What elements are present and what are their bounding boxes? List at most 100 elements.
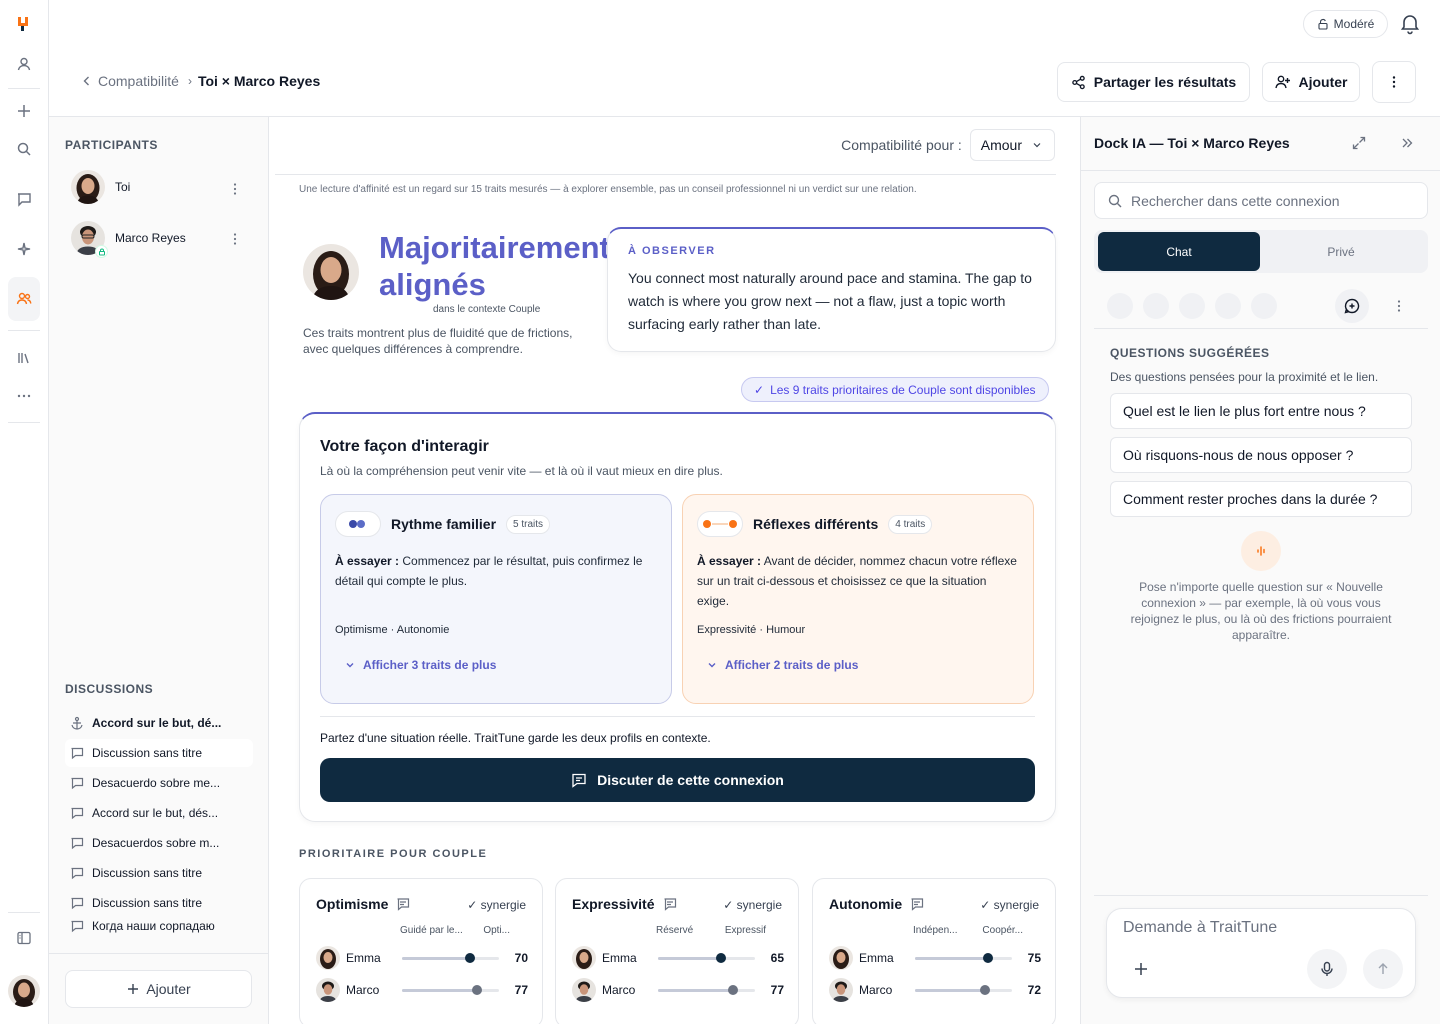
mode-badge[interactable]: Modéré — [1303, 10, 1388, 38]
history-chip[interactable] — [1143, 293, 1169, 319]
compatibility-selector: Compatibilité pour : Amour — [841, 129, 1055, 161]
score-bar — [402, 984, 499, 995]
app-logo-icon[interactable] — [8, 8, 40, 40]
avatar — [316, 946, 340, 970]
discussion-item[interactable]: Accord sur le but, dé... — [65, 709, 253, 737]
priority-trait-card[interactable]: Optimisme ✓ synergie Guidé par le... Opti… — [299, 878, 543, 1024]
discuss-connection-button[interactable]: Discuter de cette connexion — [320, 758, 1035, 802]
participant-name: Marco Reyes — [115, 231, 186, 245]
score-bar — [658, 952, 755, 963]
history-chip[interactable] — [1179, 293, 1205, 319]
ask-box — [1106, 908, 1416, 998]
discussion-item[interactable]: Discussion sans titre — [65, 889, 253, 917]
dock-tabs: Chat Privé — [1094, 230, 1428, 273]
score-value: 65 — [770, 951, 784, 965]
note-icon[interactable] — [396, 897, 410, 911]
dock-search-input[interactable] — [1131, 192, 1411, 209]
try-suggestion: À essayer : Avant de décider, nommez cha… — [697, 551, 1017, 611]
add-user-icon — [1274, 75, 1290, 89]
discussion-item[interactable]: Desacuerdo sobre me... — [65, 769, 253, 797]
observe-text: You connect most naturally around pace a… — [628, 270, 1032, 332]
priority-heading: PRIORITAIRE POUR COUPLE — [299, 848, 488, 860]
history-chip[interactable] — [1107, 293, 1133, 319]
suggested-question[interactable]: Où risquons-nous de nous opposer ? — [1110, 437, 1412, 473]
pole-right: Expressif — [724, 925, 766, 936]
show-more-traits-button[interactable]: Afficher 3 traits de plus — [345, 658, 496, 672]
expand-icon[interactable] — [1351, 135, 1367, 151]
chat-icon[interactable] — [8, 183, 40, 215]
interaction-title: Votre façon d'interagir — [320, 438, 489, 455]
score-knob — [716, 952, 727, 963]
compatibility-dropdown[interactable]: Amour — [969, 129, 1055, 161]
send-arrow-icon[interactable] — [1363, 949, 1403, 989]
avatar — [829, 978, 853, 1002]
dock-title: Dock IA — Toi × Marco Reyes — [1094, 135, 1290, 151]
priority-trait-card[interactable]: Expressivité ✓ synergie Réservé Expressif… — [555, 878, 799, 1024]
discussion-item[interactable]: Discussion sans titre — [65, 859, 253, 887]
new-chat-icon[interactable] — [1335, 289, 1369, 323]
more-options-button[interactable] — [1372, 61, 1416, 103]
add-person-button[interactable]: Ajouter — [1262, 62, 1360, 102]
more-icon[interactable] — [8, 380, 40, 412]
history-chip[interactable] — [1251, 293, 1277, 319]
attach-plus-icon[interactable] — [1133, 961, 1149, 977]
more-vertical-icon — [1392, 76, 1396, 88]
discussion-item[interactable]: Когда наши сорпадаю — [65, 919, 253, 933]
discussion-title: Discussion sans titre — [92, 866, 203, 880]
collapse-icon[interactable] — [1399, 135, 1415, 151]
discussion-title: Desacuerdos sobre m... — [92, 836, 220, 850]
show-more-traits-button[interactable]: Afficher 2 traits de plus — [707, 658, 858, 672]
microphone-icon[interactable] — [1307, 949, 1347, 989]
participant-toi[interactable]: Toi — [71, 170, 130, 204]
connections-icon[interactable] — [8, 277, 40, 321]
discussion-title: Когда наши сорпадаю — [92, 919, 215, 933]
try-label: À essayer : — [697, 554, 762, 568]
ai-dock: Dock IA — Toi × Marco Reyes Chat Privé Q… — [1080, 117, 1440, 1024]
tab-private[interactable]: Privé — [1260, 232, 1422, 271]
tab-chat[interactable]: Chat — [1098, 232, 1260, 271]
status-badge: ✓ Les 9 traits prioritaires de Couple so… — [741, 377, 1049, 402]
discussion-title: Accord sur le but, dé... — [92, 716, 222, 730]
ask-input[interactable] — [1123, 919, 1383, 937]
profile-icon[interactable] — [8, 48, 40, 80]
more-vertical-icon[interactable] — [227, 231, 243, 247]
verdict-description: Ces traits montrent plus de fluidité que… — [303, 326, 573, 356]
note-icon[interactable] — [910, 897, 924, 911]
trait-name: Expressivité — [572, 896, 655, 912]
avatar — [572, 978, 596, 1002]
compatibility-label: Compatibilité pour : — [841, 137, 962, 153]
discussion-item[interactable]: Discussion sans titre — [65, 739, 253, 767]
participant-marco-reyes[interactable]: Marco Reyes — [71, 221, 186, 258]
interaction-card: Votre façon d'interagir Là où la compréh… — [299, 412, 1056, 822]
note-icon[interactable] — [663, 897, 677, 911]
person-score-row: Marco 77 — [572, 978, 784, 1002]
more-vertical-icon[interactable] — [227, 181, 243, 197]
add-discussion-label: Ajouter — [146, 981, 191, 997]
search-icon[interactable] — [8, 133, 40, 165]
chevron-left-icon[interactable] — [80, 74, 94, 88]
sidebar-toggle-icon[interactable] — [8, 922, 40, 954]
add-discussion-button[interactable]: Ajouter — [65, 970, 252, 1008]
more-vertical-icon[interactable] — [1391, 298, 1407, 314]
share-results-button[interactable]: Partager les résultats — [1057, 62, 1250, 102]
suggested-question[interactable]: Comment rester proches dans la durée ? — [1110, 481, 1412, 517]
breadcrumb-parent[interactable]: Compatibilité — [98, 73, 179, 89]
bell-icon[interactable] — [1398, 11, 1422, 35]
avatar — [71, 170, 105, 204]
priority-trait-card[interactable]: Autonomie ✓ synergie Indépen... Coopér...… — [812, 878, 1056, 1024]
compass-icon[interactable] — [8, 232, 40, 264]
score-value: 75 — [1027, 951, 1041, 965]
new-icon[interactable] — [8, 95, 40, 127]
disclaimer: Une lecture d'affinité est un regard sur… — [299, 184, 917, 195]
person-name: Emma — [602, 951, 637, 965]
history-chip[interactable] — [1215, 293, 1241, 319]
discussion-item[interactable]: Accord sur le but, dés... — [65, 799, 253, 827]
interaction-subtitle: Là où la compréhension peut venir vite —… — [320, 464, 723, 478]
discussion-item[interactable]: Desacuerdos sobre m... — [65, 829, 253, 857]
library-icon[interactable] — [8, 342, 40, 374]
chevron-down-icon — [708, 663, 716, 668]
add-person-label: Ajouter — [1298, 74, 1348, 90]
score-knob — [471, 984, 482, 995]
user-avatar[interactable] — [8, 975, 40, 1007]
suggested-question[interactable]: Quel est le lien le plus fort entre nous… — [1110, 393, 1412, 429]
